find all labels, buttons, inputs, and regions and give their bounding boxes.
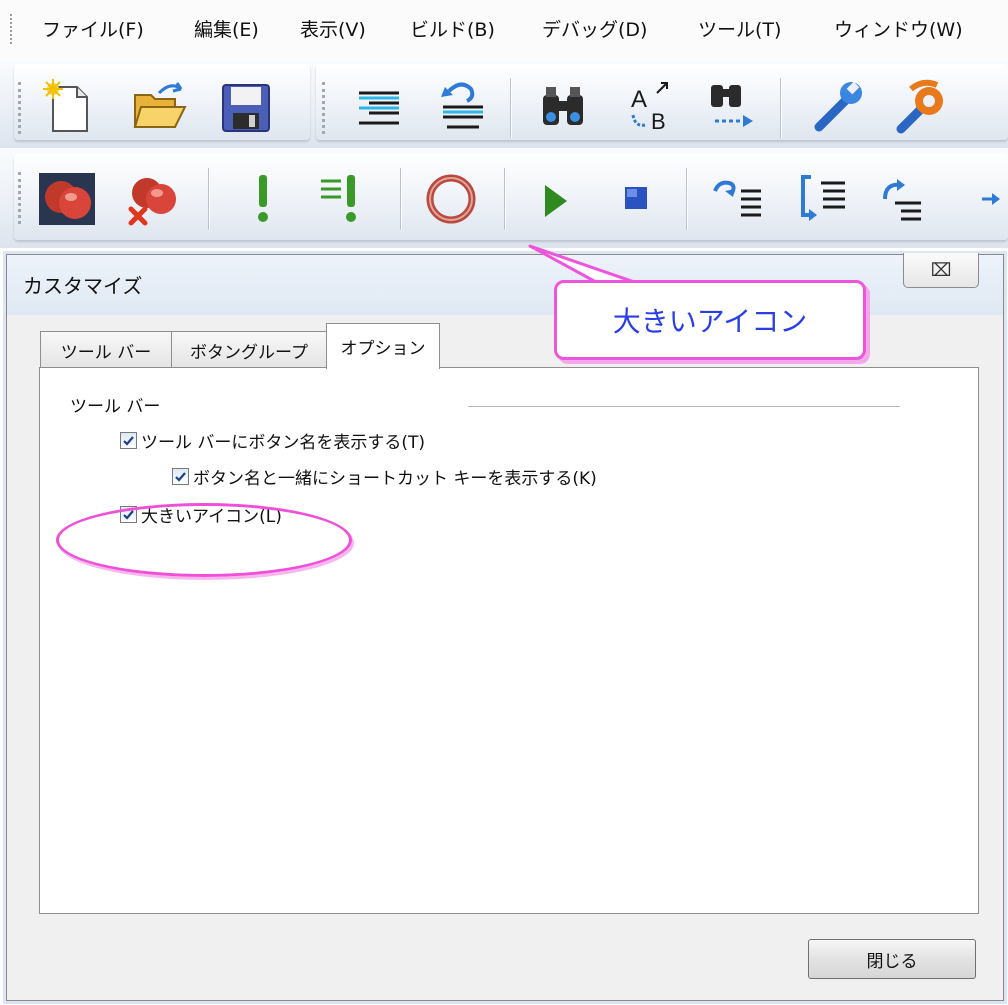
svg-text:A: A [631, 86, 647, 113]
unindent-button[interactable] [428, 74, 494, 140]
breakpoint-button[interactable] [34, 166, 100, 232]
overflow-arrow-icon [982, 193, 1000, 205]
menu-build[interactable]: ビルド(B) [410, 15, 495, 42]
indent-icon [359, 91, 399, 125]
remove-breakpoint-button[interactable] [120, 166, 186, 232]
multi-exclamation-button[interactable] [310, 166, 376, 232]
open-folder-icon [133, 82, 187, 128]
menu-debug[interactable]: デバッグ(D) [542, 15, 647, 42]
tab-button-group[interactable]: ボタングループ [171, 331, 327, 368]
menu-file[interactable]: ファイル(F) [42, 15, 144, 42]
indent-button[interactable] [344, 74, 410, 140]
edit-toolbar: A B [316, 64, 1008, 140]
menu-window[interactable]: ウィンドウ(W) [834, 15, 963, 42]
wrench-button[interactable] [804, 74, 870, 140]
find-in-files-button[interactable] [696, 74, 762, 140]
multi-exclamation-icon [321, 175, 356, 222]
play-button[interactable] [522, 166, 588, 232]
checkbox-show-button-names[interactable] [120, 432, 137, 449]
replace-icon: A B [631, 82, 668, 134]
checkmark-icon [175, 472, 186, 482]
remove-breakpoint-icon [128, 178, 176, 226]
toolbar-separator [686, 168, 687, 230]
wrench-icon [814, 81, 862, 132]
step-into-icon [801, 175, 845, 221]
toolbar-grip[interactable] [322, 82, 327, 134]
circle-button[interactable] [418, 166, 484, 232]
group-label-toolbar: ツール バー [70, 397, 161, 417]
open-folder-button[interactable] [126, 74, 192, 140]
menu-tools[interactable]: ツール(T) [698, 15, 781, 42]
step-into-button[interactable] [790, 166, 856, 232]
toolbar-separator [208, 168, 209, 230]
menu-edit[interactable]: 編集(E) [194, 15, 259, 42]
step-out-icon [883, 179, 921, 221]
toolbar-row-debug [0, 148, 1008, 248]
step-over-icon [713, 180, 761, 217]
option-show-button-names[interactable]: ツール バーにボタン名を表示する(T) [120, 428, 425, 453]
customize-dialog: カスタマイズ ⌧ ツール バー ボタングループ オプション ツール バー ツール… [6, 253, 1004, 1001]
option-label: ボタン名と一緒にショートカット キーを表示する(K) [193, 469, 597, 489]
dialog-body: ツール バー ボタングループ オプション ツール バー ツール バーにボタン名を… [7, 315, 1003, 1000]
circle-icon [426, 174, 476, 224]
dialog-close-button[interactable]: ⌧ [903, 253, 979, 288]
tools-button[interactable] [888, 74, 954, 140]
toolbar-separator [510, 78, 511, 138]
file-toolbar [14, 64, 310, 140]
tools-icon [896, 79, 943, 134]
find-icon [543, 87, 583, 125]
options-panel: ツール バー ツール バーにボタン名を表示する(T) ボタン名と一緒にショートカ… [39, 367, 979, 914]
step-out-button[interactable] [872, 166, 938, 232]
close-icon: ⌧ [930, 259, 952, 281]
play-icon [545, 185, 567, 217]
menu-grip[interactable] [10, 14, 14, 44]
step-over-button[interactable] [704, 166, 770, 232]
debug-toolbar [14, 154, 1008, 240]
replace-button[interactable]: A B [614, 74, 680, 140]
highlight-ellipse [56, 503, 352, 577]
toolbar-overflow-button[interactable] [974, 166, 1008, 232]
exclamation-button[interactable] [230, 166, 296, 232]
exclamation-icon [258, 175, 268, 222]
save-icon [222, 84, 270, 132]
checkbox-show-shortcut-keys[interactable] [172, 468, 189, 485]
unindent-icon [441, 82, 483, 129]
tab-options[interactable]: オプション [326, 323, 440, 369]
breakpoint-icon [39, 173, 95, 225]
dialog-title: カスタマイズ [23, 274, 143, 298]
svg-text:B: B [651, 109, 666, 134]
save-button[interactable] [212, 74, 278, 140]
new-file-icon [43, 79, 88, 132]
menu-bar: ファイル(F) 編集(E) 表示(V) ビルド(B) デバッグ(D) ツール(T… [0, 0, 1008, 58]
new-file-button[interactable] [36, 74, 102, 140]
tab-toolbar[interactable]: ツール バー [40, 331, 172, 368]
toolbar-separator [400, 168, 401, 230]
find-in-files-icon [711, 85, 753, 127]
close-dialog-button[interactable]: 閉じる [808, 939, 976, 979]
checkmark-icon [123, 436, 134, 446]
toolbar-grip[interactable] [18, 172, 23, 224]
option-show-shortcut-keys[interactable]: ボタン名と一緒にショートカット キーを表示する(K) [172, 464, 597, 489]
stop-icon [625, 187, 647, 209]
find-button[interactable] [530, 74, 596, 140]
toolbar-grip[interactable] [18, 82, 23, 134]
group-divider [468, 406, 900, 407]
toolbar-separator [504, 168, 505, 230]
option-label: ツール バーにボタン名を表示する(T) [141, 433, 426, 453]
stop-button[interactable] [602, 166, 668, 232]
toolbar-row-standard: A B [0, 58, 1008, 148]
toolbar-separator [780, 78, 781, 138]
menu-view[interactable]: 表示(V) [300, 15, 366, 42]
callout-large-icons: 大きいアイコン [554, 280, 866, 360]
